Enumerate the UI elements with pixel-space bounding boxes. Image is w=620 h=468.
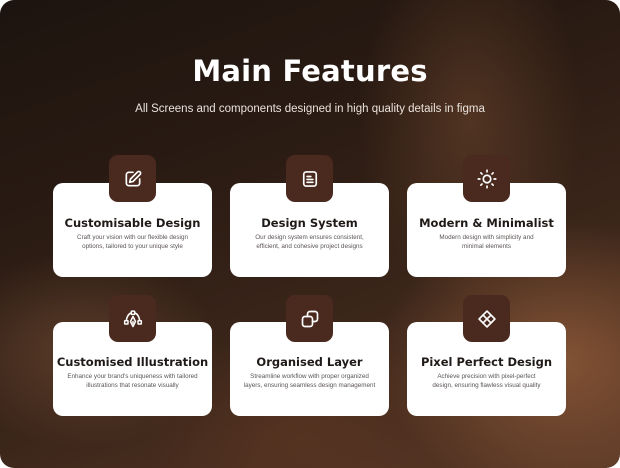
feature-description-line: Modern design with simplicity and [439, 234, 534, 241]
document-icon [302, 170, 317, 187]
feature-description: Modern design with simplicity and minima… [417, 234, 556, 251]
edit-icon [125, 170, 141, 186]
feature-title: Modern & Minimalist [419, 216, 554, 230]
feature-description: Craft your vision with our flexible desi… [63, 234, 202, 251]
vector-pen-icon [123, 309, 142, 327]
edit-icon-badge [109, 155, 156, 202]
feature-title: Customisable Design [64, 216, 201, 230]
feature-description: Our design system ensures consistent, ef… [240, 234, 379, 251]
feature-description-line: layers, ensuring seamless design managem… [243, 381, 376, 389]
feature-description-line: Our design system ensures consistent, [255, 234, 364, 241]
feature-description-line: Streamline workflow with proper organize… [250, 373, 369, 380]
feature-description-line: minimal elements [462, 242, 511, 250]
feature-description: Enhance your brand's uniqueness with tai… [63, 373, 202, 390]
feature-description-line: illustrations that resonate visually [86, 381, 179, 389]
document-icon-badge [286, 155, 333, 202]
feature-title: Organised Layer [256, 355, 363, 369]
features-section: Main Features All Screens and components… [0, 0, 620, 468]
section-title: Main Features [192, 54, 428, 88]
feature-title: Customised Illustration [56, 355, 209, 369]
feature-description-line: Achieve precision with pixel-perfect [437, 373, 536, 380]
section-subtitle: All Screens and components designed in h… [135, 103, 485, 115]
feature-description: Streamline workflow with proper organize… [240, 373, 379, 390]
feature-description: Achieve precision with pixel-perfect des… [417, 373, 556, 390]
layers-icon-badge [286, 295, 333, 342]
sun-icon-badge [463, 155, 510, 202]
sun-icon [476, 168, 497, 189]
feature-description-line: Enhance your brand's uniqueness with tai… [67, 373, 198, 380]
feature-title: Pixel Perfect Design [420, 355, 553, 369]
layers-icon [301, 310, 318, 327]
feature-title: Design System [261, 216, 358, 230]
vector-pen-icon-badge [109, 295, 156, 342]
feature-description-line: options, tailored to your unique style [82, 242, 183, 250]
feature-description-line: design, ensuring flawless visual quality [432, 381, 541, 389]
feature-description-line: efficient, and cohesive project designs [256, 242, 363, 250]
feature-description-line: Craft your vision with our flexible desi… [77, 234, 188, 241]
diamond-grid-icon-badge [463, 295, 510, 342]
diamond-grid-icon [477, 309, 496, 328]
